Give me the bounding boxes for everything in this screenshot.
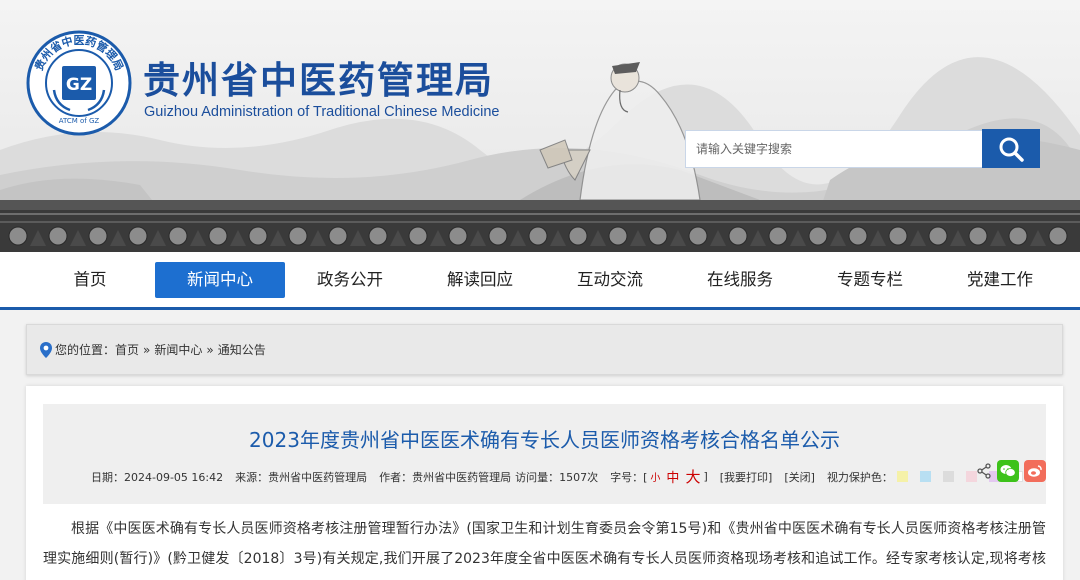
eye-protection-label: 视力保护色：: [826, 470, 893, 484]
font-size-small[interactable]: 小: [650, 469, 660, 484]
roof-tiles-banner: [0, 200, 1080, 252]
search-input[interactable]: [696, 142, 982, 156]
close-link[interactable]: [关闭]: [784, 469, 815, 485]
breadcrumb: 您的位置： 首页 » 新闻中心 » 通知公告: [26, 324, 1063, 375]
nav-item-party-building[interactable]: 党建工作: [935, 262, 1065, 298]
agency-seal-logo: 贵州省中医药管理局 ATCM of GZ GZ: [26, 30, 132, 136]
breadcrumb-notices[interactable]: 通知公告: [218, 341, 266, 358]
eye-color-blue[interactable]: [919, 471, 931, 482]
print-link[interactable]: [我要打印]: [720, 469, 773, 485]
article-author: 作者：贵州省中医药管理局: [379, 470, 512, 484]
nav-item-interaction[interactable]: 互动交流: [545, 262, 675, 298]
site-subtitle: Guizhou Administration of Traditional Ch…: [144, 104, 500, 120]
article-source: 来源：贵州省中医药管理局: [235, 470, 368, 484]
eye-color-gray[interactable]: [942, 471, 954, 482]
breadcrumb-home[interactable]: 首页: [115, 341, 139, 358]
nav-item-special-topics[interactable]: 专题专栏: [805, 262, 935, 298]
nav-item-home[interactable]: 首页: [25, 262, 155, 298]
font-size-label: 字号：[: [610, 470, 648, 484]
share-icon[interactable]: [976, 463, 992, 479]
site-header: 贵州省中医药管理局 ATCM of GZ GZ 贵州省中医药管理局 Guizho…: [0, 0, 1080, 252]
nav-item-news-center[interactable]: 新闻中心: [155, 262, 285, 298]
breadcrumb-prefix: 您的位置：: [55, 343, 116, 357]
article-visits: 访问量：1507次: [515, 470, 599, 484]
nav-item-interpretation[interactable]: 解读回应: [415, 262, 545, 298]
article-body: 根据《中医医术确有专长人员医师资格考核注册管理暂行办法》(国家卫生和计划生育委员…: [43, 521, 1046, 567]
article-panel: 2023年度贵州省中医医术确有专长人员医师资格考核合格名单公示 日期：2024-…: [26, 386, 1063, 580]
eye-color-yellow[interactable]: [896, 471, 908, 482]
wechat-share-button[interactable]: [997, 460, 1019, 482]
font-size-large[interactable]: 大: [685, 466, 700, 487]
wechat-icon: [1000, 465, 1016, 477]
font-size-close-bracket: ]: [703, 470, 708, 483]
search-button[interactable]: [982, 129, 1040, 168]
main-navigation: 首页 新闻中心 政务公开 解读回应 互动交流 在线服务 专题专栏 党建工作: [0, 252, 1080, 310]
breadcrumb-news-center[interactable]: 新闻中心: [154, 341, 202, 358]
weibo-share-button[interactable]: [1024, 460, 1046, 482]
breadcrumb-separator: »: [206, 342, 214, 357]
site-title: 贵州省中医药管理局: [143, 58, 494, 102]
breadcrumb-separator: »: [143, 342, 151, 357]
location-pin-icon: [40, 341, 52, 358]
search-field[interactable]: [685, 130, 983, 168]
svg-text:GZ: GZ: [66, 75, 92, 95]
share-bar: [976, 460, 1046, 482]
article-header: 2023年度贵州省中医医术确有专长人员医师资格考核合格名单公示 日期：2024-…: [43, 404, 1046, 504]
font-size-medium[interactable]: 中: [666, 467, 679, 486]
search-icon: [999, 137, 1024, 162]
article-meta: 日期：2024-09-05 16:42 来源：贵州省中医药管理局 作者：贵州省中…: [91, 466, 1035, 487]
weibo-icon: [1028, 465, 1042, 477]
svg-text:ATCM of GZ: ATCM of GZ: [59, 117, 100, 125]
article-title: 2023年度贵州省中医医术确有专长人员医师资格考核合格名单公示: [249, 428, 840, 452]
nav-item-online-services[interactable]: 在线服务: [675, 262, 805, 298]
nav-item-government-affairs[interactable]: 政务公开: [285, 262, 415, 298]
article-date: 日期：2024-09-05 16:42: [91, 470, 224, 484]
